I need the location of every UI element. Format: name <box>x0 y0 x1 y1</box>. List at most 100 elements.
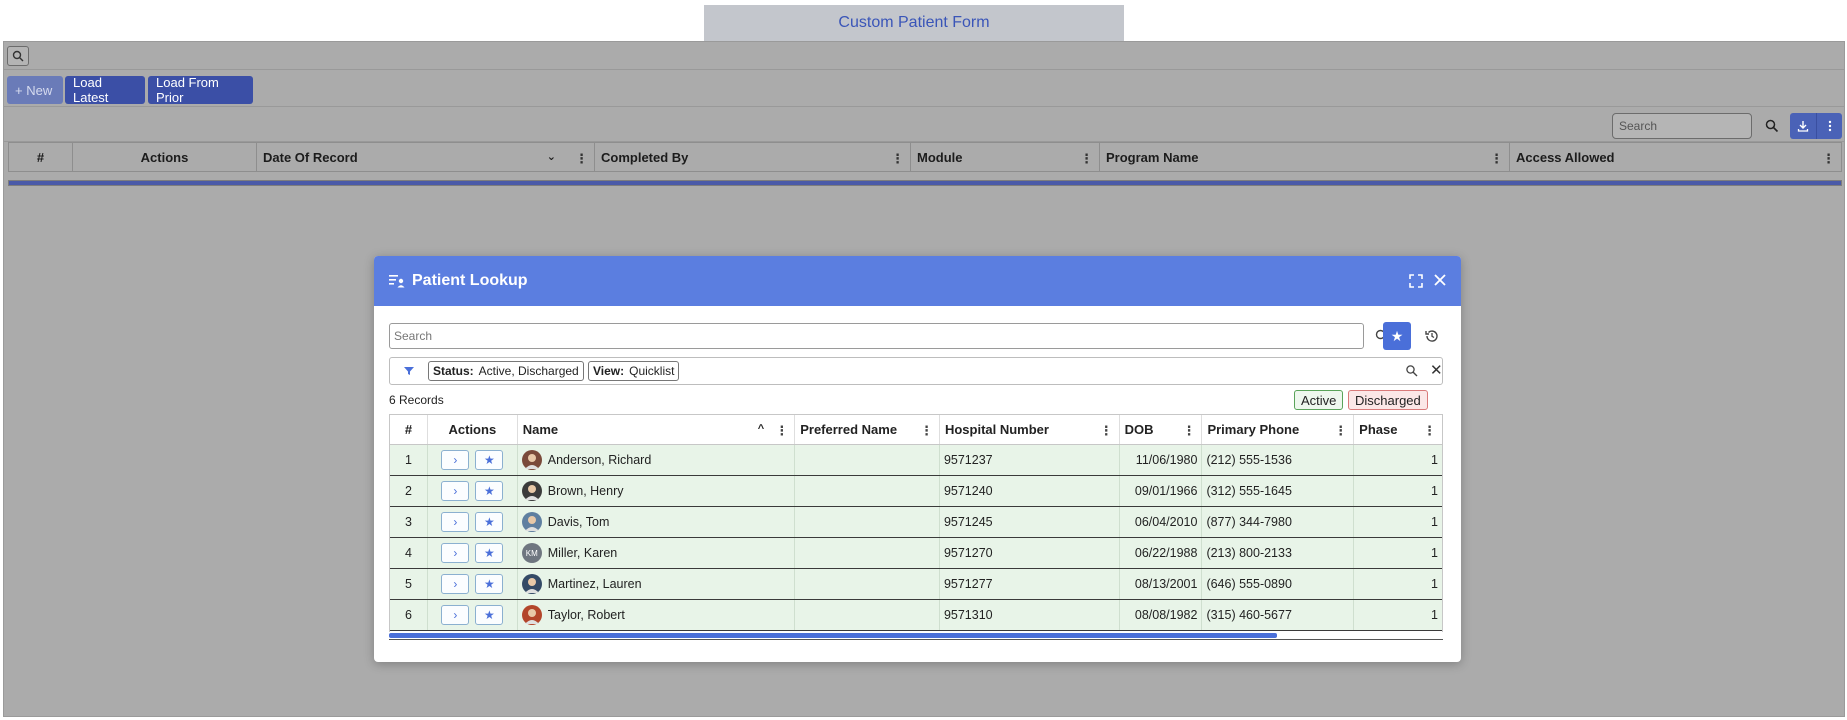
patient-name-cell: Davis, Tom <box>518 507 796 537</box>
open-patient-button[interactable]: › <box>441 450 470 470</box>
favorite-patient-button[interactable]: ★ <box>475 574 504 594</box>
horizontal-scrollbar[interactable] <box>8 180 1842 186</box>
status-filter-chip[interactable]: Status: Active, Discharged <box>428 361 584 381</box>
column-header-preferred-name[interactable]: Preferred Name ⋮ <box>795 415 940 444</box>
table-row[interactable]: 6 › ★ Taylor, Robert 9571310 08/08/1982 (315) … <box>390 600 1442 631</box>
primary-phone-cell: (315) 460-5677 <box>1202 600 1355 630</box>
filter-value: Quicklist <box>629 364 675 378</box>
load-latest-button[interactable]: Load Latest <box>65 75 145 105</box>
sort-ascending-icon[interactable]: ^ <box>758 423 764 435</box>
column-header-name[interactable]: Name ^ ⋮ <box>518 415 796 444</box>
dob-cell: 06/22/1988 <box>1120 538 1203 568</box>
grid-more-button[interactable] <box>1816 113 1842 139</box>
column-menu-icon[interactable]: ⋮ <box>891 151 904 167</box>
column-header-number[interactable]: # <box>9 143 73 171</box>
open-patient-button[interactable]: › <box>441 481 470 501</box>
favorite-patient-button[interactable]: ★ <box>475 481 504 501</box>
load-from-prior-button[interactable]: Load From Prior <box>148 75 253 105</box>
column-header-primary-phone[interactable]: Primary Phone ⋮ <box>1202 415 1355 444</box>
column-menu-icon[interactable]: ⋮ <box>1080 151 1093 167</box>
column-header-number[interactable]: # <box>390 415 428 444</box>
favorite-patient-button[interactable]: ★ <box>475 512 504 532</box>
clear-filters-icon[interactable]: ✕ <box>1430 361 1443 379</box>
discharged-legend-badge: Discharged <box>1348 390 1428 410</box>
table-row[interactable]: 3 › ★ Davis, Tom 9571245 06/04/2010 (877) 344-… <box>390 507 1442 538</box>
column-label: Name <box>522 422 559 437</box>
patient-list-icon <box>389 275 405 288</box>
favorite-patient-button[interactable]: ★ <box>475 450 504 470</box>
preferred-name-cell <box>795 538 940 568</box>
column-header-actions[interactable]: Actions <box>73 143 257 171</box>
new-button[interactable]: + New <box>7 76 63 104</box>
open-patient-button[interactable]: › <box>441 574 470 594</box>
column-menu-icon[interactable]: ⋮ <box>1182 423 1195 439</box>
column-header-dob[interactable]: DOB ⋮ <box>1120 415 1203 444</box>
chevron-right-icon: › <box>453 577 458 591</box>
history-icon[interactable] <box>1424 328 1440 344</box>
column-header-access-allowed[interactable]: Access Allowed ⋮ <box>1510 143 1841 171</box>
search-toggle-row <box>4 42 1844 70</box>
sort-chevron-down-icon[interactable]: ⌄ <box>547 150 556 163</box>
phase-cell: 1 <box>1431 515 1438 529</box>
search-icon[interactable] <box>1764 118 1780 134</box>
star-icon: ★ <box>483 546 495 560</box>
favorites-button[interactable]: ★ <box>1383 322 1411 350</box>
patient-name: Martinez, Lauren <box>547 577 642 591</box>
open-patient-button[interactable]: › <box>441 543 470 563</box>
table-row[interactable]: 1 › ★ Anderson, Richard 9571237 11/06/1980 (21… <box>390 445 1442 476</box>
phase-cell: 1 <box>1431 453 1438 467</box>
horizontal-scrollbar[interactable] <box>389 632 1443 640</box>
table-row[interactable]: 5 › ★ Martinez, Lauren 9571277 08/13/2001 (646… <box>390 569 1442 600</box>
column-header-date-of-record[interactable]: Date Of Record ⌄ ⋮ <box>257 143 595 171</box>
preferred-name-cell <box>795 445 940 475</box>
column-label: DOB <box>1124 422 1154 437</box>
column-header-actions[interactable]: Actions <box>428 415 518 444</box>
column-header-hospital-number[interactable]: Hospital Number ⋮ <box>940 415 1120 444</box>
avatar <box>521 450 542 470</box>
scrollbar-thumb[interactable] <box>389 633 1277 638</box>
preferred-name-cell <box>795 476 940 506</box>
column-menu-icon[interactable]: ⋮ <box>920 423 933 439</box>
close-icon[interactable] <box>1432 272 1448 288</box>
row-actions: › ★ <box>428 538 518 568</box>
column-header-program-name[interactable]: Program Name ⋮ <box>1100 143 1510 171</box>
download-icon <box>1797 121 1809 132</box>
fullscreen-icon[interactable] <box>1408 273 1424 289</box>
open-patient-button[interactable]: › <box>441 605 470 625</box>
table-row[interactable]: 4 › ★ KM Miller, Karen 9571270 06/22/1988 (213)… <box>390 538 1442 569</box>
patient-name-cell: Brown, Henry <box>518 476 796 506</box>
filter-key: Status: <box>433 364 474 378</box>
avatar <box>521 605 542 625</box>
user-photo-icon <box>524 454 539 469</box>
column-menu-icon[interactable]: ⋮ <box>575 151 588 167</box>
dialog-title: Patient Lookup <box>412 272 528 289</box>
open-patient-button[interactable]: › <box>441 512 470 532</box>
column-label: Actions <box>448 422 497 437</box>
search-toggle-button[interactable] <box>7 46 29 66</box>
column-menu-icon[interactable]: ⋮ <box>1334 423 1347 439</box>
column-menu-icon[interactable]: ⋮ <box>1822 151 1835 167</box>
column-label: Hospital Number <box>944 422 1049 437</box>
column-menu-icon[interactable]: ⋮ <box>1490 151 1503 167</box>
filter-icon[interactable] <box>402 364 416 378</box>
grid-search-input[interactable]: Search <box>1612 113 1752 139</box>
patient-search-input[interactable]: Search <box>389 323 1364 349</box>
view-filter-chip[interactable]: View: Quicklist <box>588 361 680 381</box>
column-menu-icon[interactable]: ⋮ <box>775 423 788 439</box>
phase-cell: 1 <box>1431 577 1438 591</box>
favorite-patient-button[interactable]: ★ <box>475 543 504 563</box>
more-vertical-icon <box>1828 120 1831 132</box>
search-icon[interactable] <box>1405 364 1419 378</box>
favorite-patient-button[interactable]: ★ <box>475 605 504 625</box>
column-label: # <box>36 149 45 165</box>
column-menu-icon[interactable]: ⋮ <box>1423 423 1436 439</box>
column-header-module[interactable]: Module ⋮ <box>911 143 1100 171</box>
column-menu-icon[interactable]: ⋮ <box>1100 423 1113 439</box>
user-photo-icon <box>524 485 539 500</box>
primary-phone-cell: (877) 344-7980 <box>1202 507 1355 537</box>
patient-name: Brown, Henry <box>547 484 624 498</box>
export-button[interactable] <box>1790 113 1816 139</box>
column-header-completed-by[interactable]: Completed By ⋮ <box>595 143 911 171</box>
column-header-phase[interactable]: Phase ⋮ <box>1354 415 1442 444</box>
table-row[interactable]: 2 › ★ Brown, Henry 9571240 09/01/1966 (312) 55… <box>390 476 1442 507</box>
